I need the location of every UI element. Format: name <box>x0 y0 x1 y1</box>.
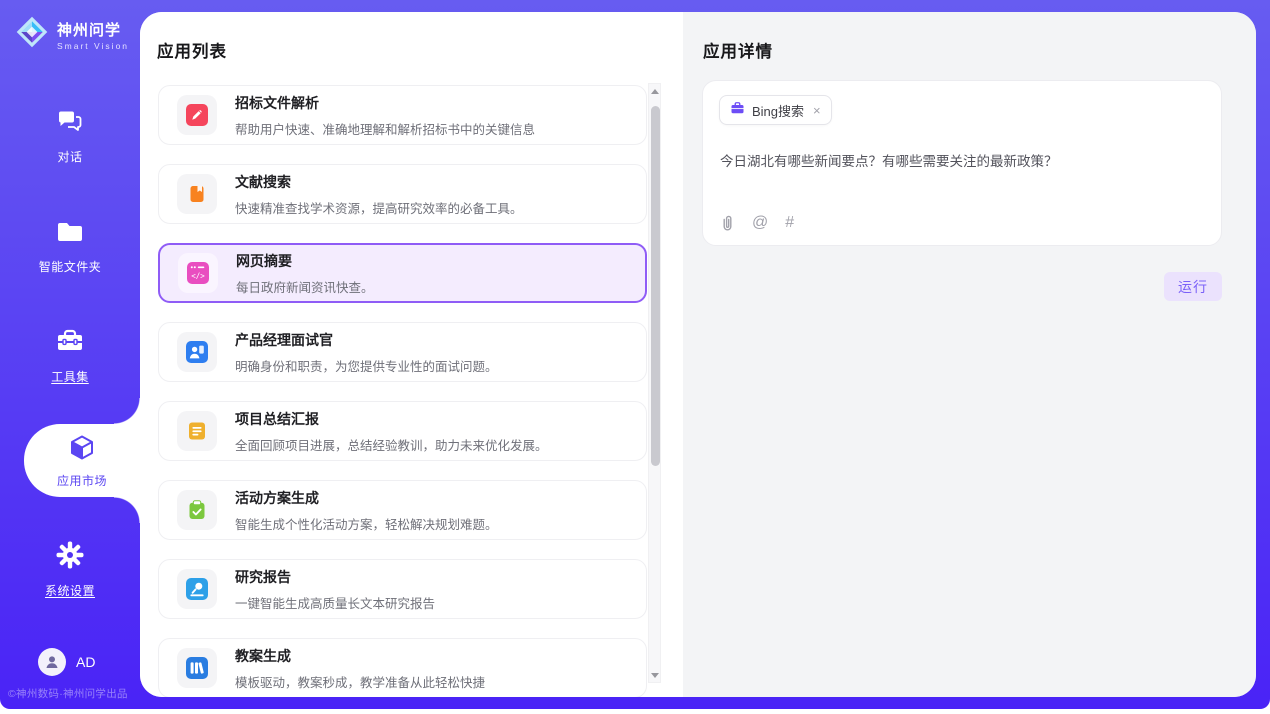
edit-document-icon <box>177 95 217 135</box>
briefcase-icon <box>730 101 745 120</box>
diamond-gem-icon <box>14 14 50 55</box>
list-scrollbar[interactable] <box>648 83 661 683</box>
sidebar-item-label: 对话 <box>57 148 82 165</box>
svg-text:</>: </> <box>191 271 205 280</box>
book-icon <box>177 174 217 214</box>
scroll-down-button[interactable] <box>648 668 661 682</box>
note-icon <box>177 411 217 451</box>
triangle-up-icon <box>651 89 659 94</box>
app-item-title: 招标文件解析 <box>235 93 535 113</box>
brand-tagline: Smart Vision <box>57 41 129 51</box>
sidebar-item-label: 工具集 <box>51 368 89 385</box>
sidebar-item-settings[interactable]: 系统设置 <box>0 540 140 599</box>
app-item-description: 每日政府新闻资讯快查。 <box>236 277 374 296</box>
app-detail-panel: 应用详情 Bing搜索 × 今日湖北有哪些新闻要点？有哪些需要关注的最新政策？ <box>683 12 1256 697</box>
brand-logo: 神州问学 Smart Vision <box>14 14 129 55</box>
microscope-icon <box>177 569 217 609</box>
sidebar-item-chat[interactable]: 对话 <box>0 106 140 165</box>
app-item-title: 活动方案生成 <box>235 488 498 508</box>
mention-icon[interactable]: @ <box>752 214 768 232</box>
app-item-title: 网页摘要 <box>236 251 374 271</box>
interviewer-icon <box>177 332 217 372</box>
copyright-text: ©神州数码·神州问学出品 <box>8 686 148 701</box>
app-list-title: 应用列表 <box>157 38 227 62</box>
app-item-description: 明确身份和职责，为您提供专业性的面试问题。 <box>235 356 498 375</box>
app-item-title: 教案生成 <box>235 646 485 666</box>
pill-notch-top <box>114 398 140 424</box>
content-shell: 应用列表 招标文件解析帮助用户快速、准确地理解和解析招标书中的关键信息文献搜索快… <box>140 12 1256 697</box>
prompt-toolbar: @ # <box>720 214 794 232</box>
brand-name: 神州问学 <box>57 19 129 40</box>
tool-tag-label: Bing搜索 <box>752 101 804 120</box>
scrollbar-thumb[interactable] <box>651 106 660 466</box>
user-account[interactable]: AD <box>38 648 95 676</box>
folder-icon <box>54 218 86 251</box>
app-list-item[interactable]: 产品经理面试官明确身份和职责，为您提供专业性的面试问题。 <box>158 322 647 382</box>
scroll-up-button[interactable] <box>648 84 661 98</box>
user-initials: AD <box>76 654 95 670</box>
app-list-item[interactable]: 文献搜索快速精准查找学术资源，提高研究效率的必备工具。 <box>158 164 647 224</box>
clipboard-check-icon <box>177 490 217 530</box>
sidebar-item-toolbox[interactable]: 工具集 <box>0 326 140 385</box>
cube-icon <box>67 433 97 468</box>
app-item-title: 文献搜索 <box>235 172 523 192</box>
app-list-item[interactable]: </> 网页摘要每日政府新闻资讯快查。 <box>158 243 647 303</box>
tool-tag-bing-search[interactable]: Bing搜索 × <box>719 95 832 125</box>
gear-icon <box>55 540 85 575</box>
app-item-description: 帮助用户快速、准确地理解和解析招标书中的关键信息 <box>235 119 535 138</box>
app-item-description: 快速精准查找学术资源，提高研究效率的必备工具。 <box>235 198 523 217</box>
scrollbar-track[interactable] <box>649 98 660 668</box>
hash-icon[interactable]: # <box>785 214 794 232</box>
attachment-icon[interactable] <box>720 215 735 232</box>
app-item-title: 产品经理面试官 <box>235 330 498 350</box>
sidebar-item-label: 系统设置 <box>45 582 95 599</box>
pill-notch-bottom <box>114 497 140 523</box>
app-list-item[interactable]: 项目总结汇报全面回顾项目进展，总结经验教训，助力未来优化发展。 <box>158 401 647 461</box>
sidebar-item-label: 应用市场 <box>57 472 107 489</box>
sidebar-item-smart-folder[interactable]: 智能文件夹 <box>0 218 140 275</box>
app-detail-title: 应用详情 <box>703 38 773 62</box>
run-button[interactable]: 运行 <box>1164 272 1222 301</box>
app-list-item[interactable]: 招标文件解析帮助用户快速、准确地理解和解析招标书中的关键信息 <box>158 85 647 145</box>
close-icon[interactable]: × <box>813 104 821 117</box>
sidebar-item-label: 智能文件夹 <box>39 258 102 275</box>
app-item-description: 一键智能生成高质量长文本研究报告 <box>235 593 435 612</box>
app-list: 招标文件解析帮助用户快速、准确地理解和解析招标书中的关键信息文献搜索快速精准查找… <box>158 80 647 697</box>
prompt-input[interactable]: 今日湖北有哪些新闻要点？有哪些需要关注的最新政策？ <box>720 152 1201 172</box>
chat-icon <box>55 106 85 141</box>
app-item-description: 全面回顾项目进展，总结经验教训，助力未来优化发展。 <box>235 435 548 454</box>
app-item-title: 项目总结汇报 <box>235 409 548 429</box>
user-avatar-icon <box>38 648 66 676</box>
app-list-item[interactable]: 教案生成模板驱动，教案秒成，教学准备从此轻松快捷 <box>158 638 647 697</box>
books-icon <box>177 648 217 688</box>
prompt-card: Bing搜索 × 今日湖北有哪些新闻要点？有哪些需要关注的最新政策？ @ # <box>702 80 1222 246</box>
app-item-description: 模板驱动，教案秒成，教学准备从此轻松快捷 <box>235 672 485 691</box>
app-list-item[interactable]: 研究报告一键智能生成高质量长文本研究报告 <box>158 559 647 619</box>
app-list-panel: 应用列表 招标文件解析帮助用户快速、准确地理解和解析招标书中的关键信息文献搜索快… <box>140 12 683 697</box>
sidebar: 神州问学 Smart Vision 对话 智能文件夹 <box>0 0 140 709</box>
toolbox-icon <box>54 326 86 361</box>
app-item-title: 研究报告 <box>235 567 435 587</box>
app-list-item[interactable]: 活动方案生成智能生成个性化活动方案，轻松解决规划难题。 <box>158 480 647 540</box>
webpage-code-icon: </> <box>178 253 218 293</box>
app-item-description: 智能生成个性化活动方案，轻松解决规划难题。 <box>235 514 498 533</box>
sidebar-item-app-market[interactable]: 应用市场 <box>24 424 140 497</box>
app-frame: 神州问学 Smart Vision 对话 智能文件夹 <box>0 0 1270 709</box>
triangle-down-icon <box>651 673 659 678</box>
